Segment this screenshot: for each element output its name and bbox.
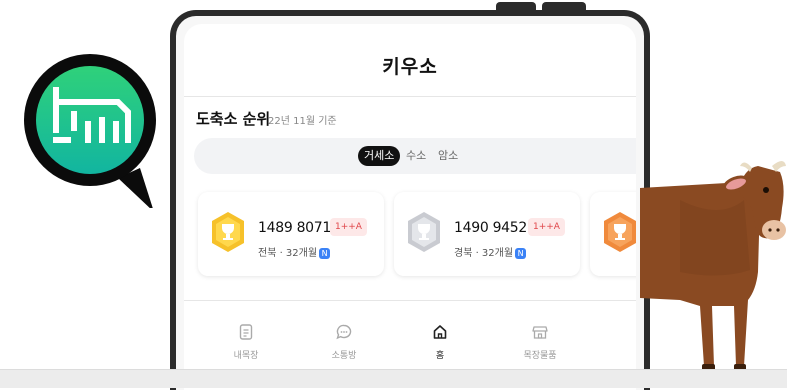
header-divider	[184, 96, 636, 97]
nav-label: 목장물품	[523, 351, 557, 361]
nav-home[interactable]: 홈	[410, 324, 470, 361]
bottom-panel	[0, 369, 787, 388]
ranking-card-3[interactable]	[590, 192, 636, 276]
nav-farm-supplies[interactable]: 목장물품	[510, 324, 570, 361]
tab-castrated[interactable]: 거세소	[358, 146, 401, 166]
ranking-card-2[interactable]: 1490 9452 5 1++A 경북 · 32개월 N	[394, 192, 580, 276]
tablet-power-button	[542, 2, 586, 10]
cow-chart-logo-icon	[24, 54, 156, 212]
ranking-subtitle: 22년 11월 기준	[268, 116, 337, 127]
app-title: 키우소	[382, 56, 438, 78]
card-ear-tag-number: 1490 9452 5	[454, 220, 540, 236]
nav-label: 내목장	[233, 351, 259, 361]
store-icon	[532, 326, 548, 339]
new-badge: N	[515, 247, 527, 259]
bottom-nav-divider	[184, 300, 636, 301]
ranking-card-1[interactable]: 1489 8071 7 1++A 전북 · 32개월 N	[198, 192, 384, 276]
tab-cow[interactable]: 암소	[432, 146, 464, 166]
nav-community[interactable]: 소통방	[314, 324, 374, 361]
ranking-title: 도축소 순위	[196, 110, 271, 128]
grade-badge: 1++A	[528, 218, 565, 236]
card-meta: 전북 · 32개월 N	[258, 244, 331, 259]
nav-label: 홈	[435, 351, 445, 361]
bronze-medal-icon	[604, 212, 636, 252]
tablet-frame: 키우소 도축소 순위 22년 11월 기준 거세소 수소 암소 1489 807…	[170, 10, 650, 390]
document-icon	[239, 324, 253, 340]
app-logo-bubble	[22, 28, 158, 212]
ranking-tabs: 거세소 수소 암소	[194, 138, 636, 174]
chat-bubble-icon	[336, 324, 352, 340]
home-icon	[433, 325, 447, 339]
gold-medal-icon	[212, 212, 244, 252]
new-badge: N	[319, 247, 331, 259]
silver-medal-icon	[408, 212, 440, 252]
card-meta: 경북 · 32개월 N	[454, 244, 527, 259]
tab-bull[interactable]: 수소	[400, 146, 432, 166]
tablet-volume-button	[496, 2, 536, 10]
nav-label: 소통방	[331, 351, 357, 361]
cow-illustration	[640, 161, 786, 371]
grade-badge: 1++A	[330, 218, 367, 236]
app-screen: 키우소 도축소 순위 22년 11월 기준 거세소 수소 암소 1489 807…	[184, 24, 636, 390]
nav-my-farm[interactable]: 내목장	[216, 324, 276, 361]
